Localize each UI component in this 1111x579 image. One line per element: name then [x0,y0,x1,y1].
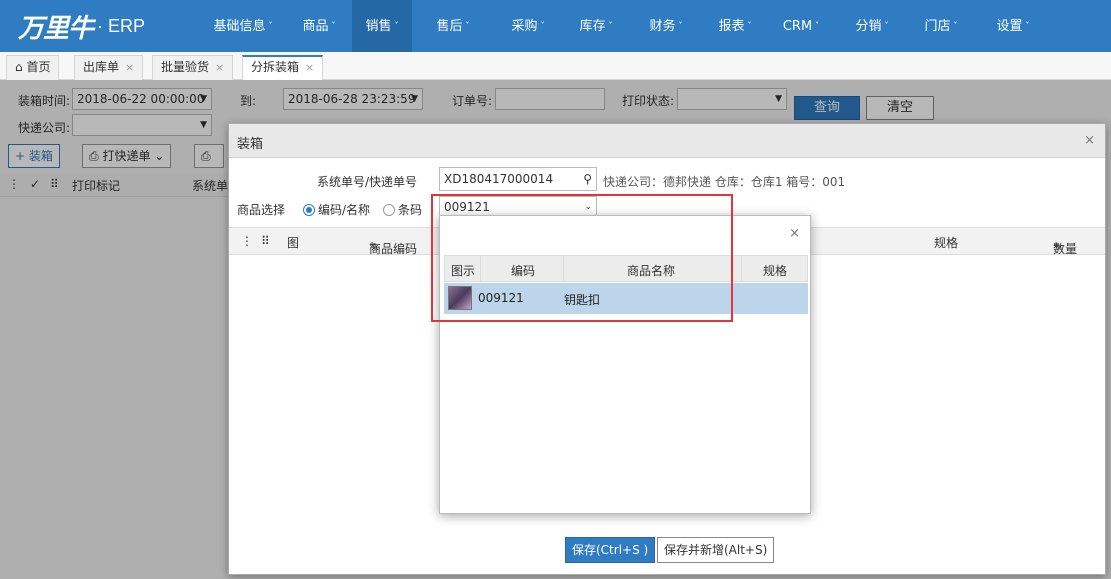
radio-code-name[interactable]: 编码/名称 [303,201,370,218]
edit-icon: ✎ [1053,240,1064,254]
radio-code-name-label: 编码/名称 [318,203,371,217]
tab-split-pack[interactable]: 分拆装箱 × [242,55,324,80]
nav-item[interactable]: 报表 ˅ [710,0,760,52]
chevron-down-icon: ˅ [747,21,752,30]
nav-item-label: 采购 [511,19,538,34]
close-icon[interactable]: × [305,61,314,74]
chevron-down-icon: ˅ [1025,21,1030,30]
nav-item[interactable]: 设置 ˅ [988,0,1038,52]
tab-label: 批量验货 [161,60,210,74]
nav-item[interactable]: 分销 ˅ [848,0,896,52]
tab-label: 分拆装箱 [251,60,300,74]
chevron-down-icon: ˅ [678,21,683,30]
nav-item-label: 财务 [649,19,676,34]
nav-item[interactable]: 财务 ˅ [640,0,692,52]
col-spec: 规格 [763,264,788,278]
close-icon[interactable]: × [215,61,224,74]
chevron-down-icon: ˅ [268,21,273,30]
top-navbar: 万里牛 · ERP 基础信息 ˅ 商品 ˅ 销售 ˅ 售后 ˅ 采购 ˅ 库存 ˅ 财务 ˅ 报表 ˅ CRM ˅… [0,0,1111,52]
radio-unchecked-icon[interactable] [383,204,395,216]
chevron-down-icon: ˅ [331,21,336,30]
order-input[interactable]: XD180417000014 ⚲ [439,167,597,191]
nav-item[interactable]: 库存 ˅ [571,0,621,52]
chevron-down-icon: ˅ [953,21,958,30]
tab-label: 出库单 [83,60,120,74]
order-label: 系统单号/快递单号 [317,175,418,189]
chevron-down-icon: ˅ [884,21,889,30]
tab-home[interactable]: ⌂ 首页 [6,55,60,80]
save-button[interactable]: 保存(Ctrl+S ) [565,537,656,563]
radio-checked-icon[interactable] [303,204,315,216]
nav-item-label: 库存 [579,19,606,34]
brand-name: 万里牛 [18,13,94,44]
close-icon[interactable]: × [125,61,134,74]
app-logo[interactable]: 万里牛 · ERP [18,8,145,44]
chevron-down-icon: ˅ [608,21,613,30]
nav-item[interactable]: 商品 ˅ [295,0,343,52]
nav-item[interactable]: CRM ˅ [777,0,825,52]
chevron-down-icon: ˅ [540,21,545,30]
nav-item-label: 销售 [365,19,392,34]
chevron-down-icon: ˅ [815,21,820,30]
nav-item-label: 分销 [855,19,882,34]
save-and-new-button[interactable]: 保存并新增(Alt+S) [657,537,775,563]
nav-item-label: 基础信息 [213,19,266,34]
highlight-box [431,194,733,322]
courier-warehouse-info: 快递公司：德邦快递 仓库：仓库1 箱号：001 [603,175,846,189]
close-icon[interactable]: × [789,226,800,241]
spec-header: 规格 [934,236,959,250]
nav-item-label: 售后 [436,19,463,34]
image-column-header: 图 [287,236,300,250]
drag-icon: ⠿ [261,234,270,248]
nav-item-label: 报表 [718,19,745,34]
search-icon[interactable]: ⚲ [583,168,592,190]
nav-item[interactable]: 门店 ˅ [917,0,965,52]
nav-item[interactable]: 售后 ˅ [430,0,476,52]
nav-item-label: 设置 [996,19,1023,34]
chevron-down-icon: ˅ [394,21,399,30]
close-icon[interactable]: × [1084,133,1095,148]
home-icon: ⌂ [15,60,23,74]
product-name: · ERP [97,15,146,36]
nav-item-label: 商品 [302,19,329,34]
tab-outbound[interactable]: 出库单 × [74,55,144,80]
nav-item[interactable]: 基础信息 ˅ [208,0,278,52]
pack-dialog-header: 装箱 × [229,124,1105,158]
nav-item[interactable]: 销售 ˅ [352,0,412,52]
order-input-value: XD180417000014 [444,172,554,186]
chevron-down-icon: ˅ [465,21,470,30]
edit-icon: ✎ [369,240,380,254]
dialog-title: 装箱 [237,137,264,152]
nav-item[interactable]: 采购 ˅ [503,0,553,52]
column-menu-icon[interactable]: ⋮ [241,234,253,248]
nav-item-label: 门店 [924,19,951,34]
radio-barcode[interactable]: 条码 [383,201,422,218]
nav-item-label: CRM [782,19,813,34]
radio-barcode-label: 条码 [398,203,423,217]
goods-select-label: 商品选择 [237,203,286,217]
tab-batch-inspect[interactable]: 批量验货 × [152,55,234,80]
tab-bar: ⌂ 首页 出库单 × 批量验货 × 分拆装箱 × [0,52,1111,80]
tab-label: 首页 [26,60,51,74]
